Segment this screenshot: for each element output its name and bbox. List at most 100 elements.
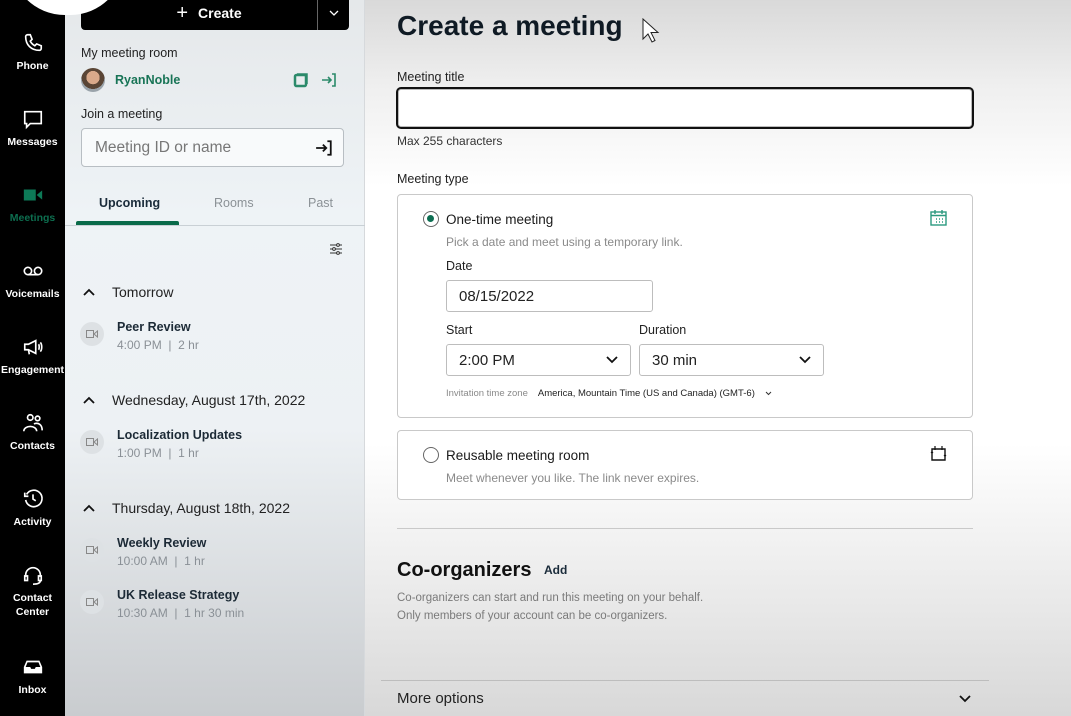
meeting-tabs: Upcoming Rooms Past — [65, 186, 365, 226]
active-tab-indicator — [76, 221, 179, 225]
meeting-title-field — [396, 87, 974, 129]
recurring-calendar-icon — [930, 446, 947, 461]
nav-label: Inbox — [18, 684, 47, 696]
date-value: 08/15/2022 — [459, 287, 535, 305]
tab-upcoming[interactable]: Upcoming — [99, 196, 160, 210]
meeting-time: 4:00 PM | 2 hr — [117, 338, 199, 352]
enter-room-icon[interactable] — [321, 72, 337, 88]
nav-label: Messages — [7, 136, 58, 148]
calendar-icon — [930, 210, 947, 226]
copy-icon[interactable] — [293, 72, 309, 88]
timezone-select[interactable]: America, Mountain Time (US and Canada) (… — [538, 388, 755, 399]
mouse-cursor-icon — [642, 18, 660, 43]
my-room-row: RyanNoble — [81, 68, 337, 92]
chevron-up-icon — [83, 504, 95, 512]
group-header[interactable]: Tomorrow — [83, 284, 173, 300]
contacts-icon — [22, 413, 43, 432]
inbox-tray-icon — [23, 660, 42, 674]
tab-past[interactable]: Past — [308, 196, 333, 210]
reusable-room-card[interactable]: Reusable meeting room Meet whenever you … — [397, 430, 973, 500]
nav-item-messages[interactable]: Messages — [0, 108, 65, 148]
coorganizers-desc-2: Only members of your account can be co-o… — [397, 610, 668, 622]
reusable-radio[interactable] — [423, 447, 439, 463]
list-item[interactable]: Weekly Review 10:00 AM | 1 hr — [80, 536, 350, 570]
meeting-title: UK Release Strategy — [117, 588, 240, 602]
create-dropdown-button[interactable] — [317, 0, 349, 30]
chevron-down-icon — [959, 694, 971, 702]
meeting-type-label: Meeting type — [397, 172, 469, 186]
chat-bubble-icon — [23, 110, 42, 130]
nav-item-contacts[interactable]: Contacts — [0, 412, 65, 452]
megaphone-icon — [23, 339, 43, 355]
list-item[interactable]: Peer Review 4:00 PM | 2 hr — [80, 320, 350, 354]
more-options-label: More options — [397, 690, 484, 707]
add-coorganizer-button[interactable]: Add — [544, 563, 567, 577]
group-header[interactable]: Thursday, August 18th, 2022 — [83, 500, 290, 516]
nav-label: Phone — [16, 60, 49, 72]
meeting-id-input[interactable] — [95, 138, 315, 157]
nav-item-phone[interactable]: Phone — [0, 32, 65, 72]
nav-label: Contact — [12, 592, 53, 604]
meeting-title-hint: Max 255 characters — [397, 134, 503, 148]
create-main-button[interactable]: + Create — [81, 0, 317, 30]
duration-label: Duration — [639, 323, 687, 337]
nav-label: Engagement — [0, 364, 64, 376]
meeting-title: Weekly Review — [117, 536, 207, 550]
duration-value: 30 min — [652, 351, 698, 369]
my-room-label: My meeting room — [81, 46, 178, 60]
one-time-radio[interactable] — [423, 211, 439, 227]
join-arrow-icon[interactable] — [315, 139, 333, 157]
meeting-time: 10:00 AM | 1 hr — [117, 554, 205, 568]
voicemail-icon — [22, 266, 43, 276]
timezone-row: Invitation time zone America, Mountain T… — [446, 388, 772, 399]
coorganizers-desc-1: Co-organizers can start and run this mee… — [397, 592, 704, 604]
chevron-down-icon — [799, 356, 811, 364]
group-header-label: Wednesday, August 17th, 2022 — [112, 392, 306, 408]
chevron-down-icon — [329, 10, 338, 16]
date-input[interactable]: 08/15/2022 — [446, 280, 653, 312]
chevron-down-icon[interactable] — [765, 391, 772, 396]
chevron-up-icon — [83, 396, 95, 404]
start-time-value: 2:00 PM — [459, 351, 515, 369]
date-label: Date — [446, 259, 473, 273]
video-camera-icon — [80, 430, 104, 454]
tab-rooms[interactable]: Rooms — [214, 196, 254, 210]
nav-rail: Phone Messages Meetings Voicemails Engag… — [0, 0, 65, 716]
coorganizers-title: Co-organizers — [397, 559, 532, 581]
nav-label: Center — [15, 606, 50, 618]
nav-item-activity[interactable]: Activity — [0, 488, 65, 528]
nav-label: Contacts — [10, 440, 55, 452]
create-label: Create — [198, 5, 242, 21]
plus-icon: + — [176, 1, 189, 24]
page-title: Create a meeting — [397, 10, 623, 41]
filter-settings-icon[interactable] — [329, 242, 343, 256]
nav-label: Activity — [13, 516, 52, 528]
nav-item-engagement[interactable]: Engagement — [0, 336, 65, 376]
nav-item-meetings[interactable]: Meetings — [0, 184, 65, 224]
meeting-title-input[interactable] — [398, 89, 972, 127]
create-meeting-panel: Create a meeting Meeting title Max 255 c… — [365, 0, 1071, 716]
nav-item-inbox[interactable]: Inbox — [0, 656, 65, 696]
meetings-sidebar: + Create My meeting room RyanNoble Join … — [65, 0, 365, 716]
meeting-time: 1:00 PM | 1 hr — [117, 446, 199, 460]
nav-item-contact-center[interactable]: Contact Center — [0, 564, 65, 620]
duration-select[interactable]: 30 min — [639, 344, 824, 376]
join-meeting-field — [81, 128, 344, 167]
room-name-link[interactable]: RyanNoble — [115, 73, 281, 87]
video-camera-icon — [80, 590, 104, 614]
group-header-label: Tomorrow — [112, 284, 174, 300]
list-item[interactable]: UK Release Strategy 10:30 AM | 1 hr 30 m… — [80, 588, 350, 622]
meeting-title-label: Meeting title — [397, 70, 465, 84]
meeting-time: 10:30 AM | 1 hr 30 min — [117, 606, 245, 620]
group-header[interactable]: Wednesday, August 17th, 2022 — [83, 392, 305, 408]
more-options-toggle[interactable]: More options — [381, 680, 989, 716]
one-time-description: Pick a date and meet using a temporary l… — [446, 235, 683, 249]
join-label: Join a meeting — [81, 107, 163, 121]
video-camera-icon — [23, 189, 42, 201]
nav-item-voicemails[interactable]: Voicemails — [0, 260, 65, 300]
group-header-label: Thursday, August 18th, 2022 — [112, 500, 290, 516]
start-time-select[interactable]: 2:00 PM — [446, 344, 631, 376]
meeting-title: Peer Review — [117, 320, 191, 334]
one-time-meeting-card[interactable]: One-time meeting Pick a date and meet us… — [397, 194, 973, 418]
list-item[interactable]: Localization Updates 1:00 PM | 1 hr — [80, 428, 350, 462]
